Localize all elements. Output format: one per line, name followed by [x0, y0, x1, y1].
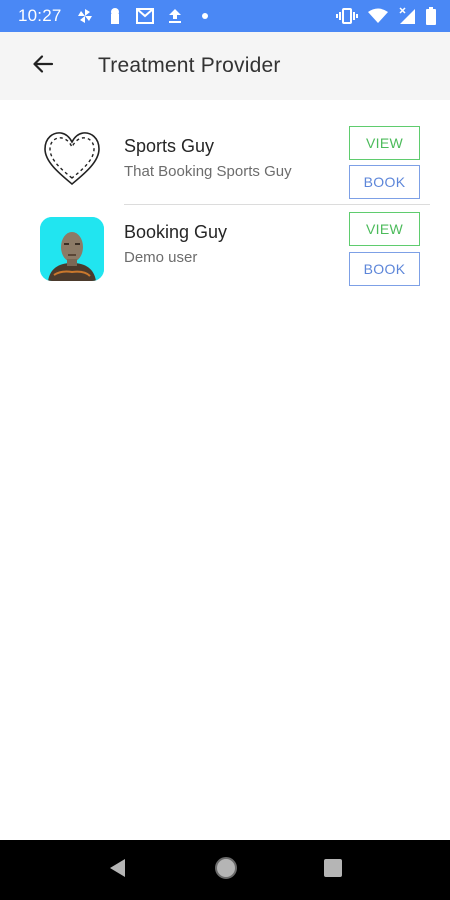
- person-photo-avatar: [40, 217, 104, 281]
- page-title: Treatment Provider: [98, 54, 281, 77]
- upload-icon: [166, 7, 184, 25]
- keyhole-icon: [106, 7, 124, 25]
- status-notification-icons: [76, 7, 214, 25]
- view-button[interactable]: VIEW: [349, 212, 420, 246]
- back-button[interactable]: [23, 46, 63, 86]
- view-button[interactable]: VIEW: [349, 126, 420, 160]
- status-system-icons: [336, 7, 436, 25]
- provider-list: Sports Guy That Booking Sports Guy VIEW …: [0, 118, 450, 292]
- provider-subtitle: That Booking Sports Guy: [124, 163, 292, 180]
- nav-back-icon: [107, 857, 127, 884]
- book-button[interactable]: BOOK: [349, 252, 420, 286]
- provider-info: Booking Guy Demo user: [124, 222, 227, 266]
- signal-icon: [398, 7, 416, 25]
- nav-home-icon: [214, 856, 238, 885]
- vibrate-icon: [336, 7, 358, 25]
- gmail-icon: [135, 7, 154, 25]
- book-button[interactable]: BOOK: [349, 165, 420, 199]
- heart-outline-avatar: [40, 128, 104, 192]
- dot-icon: [196, 7, 214, 25]
- status-time: 10:27: [18, 6, 62, 25]
- app-bar: Treatment Provider: [0, 32, 450, 100]
- battery-icon: [426, 7, 436, 25]
- provider-info: Sports Guy That Booking Sports Guy: [124, 136, 292, 180]
- list-item[interactable]: Booking Guy Demo user VIEW BOOK: [0, 205, 450, 292]
- pinwheel-icon: [76, 7, 94, 25]
- nav-recents-icon: [323, 858, 343, 883]
- wifi-icon: [368, 7, 388, 25]
- status-bar: 10:27: [0, 0, 450, 32]
- nav-home-button[interactable]: [214, 856, 238, 885]
- provider-name: Sports Guy: [124, 136, 215, 156]
- provider-subtitle: Demo user: [124, 249, 198, 266]
- list-item[interactable]: Sports Guy That Booking Sports Guy VIEW …: [0, 118, 450, 205]
- nav-back-button[interactable]: [105, 858, 129, 882]
- provider-name: Booking Guy: [124, 222, 228, 242]
- arrow-back-icon: [31, 52, 55, 81]
- system-nav-bar: [0, 840, 450, 900]
- nav-recents-button[interactable]: [321, 858, 345, 882]
